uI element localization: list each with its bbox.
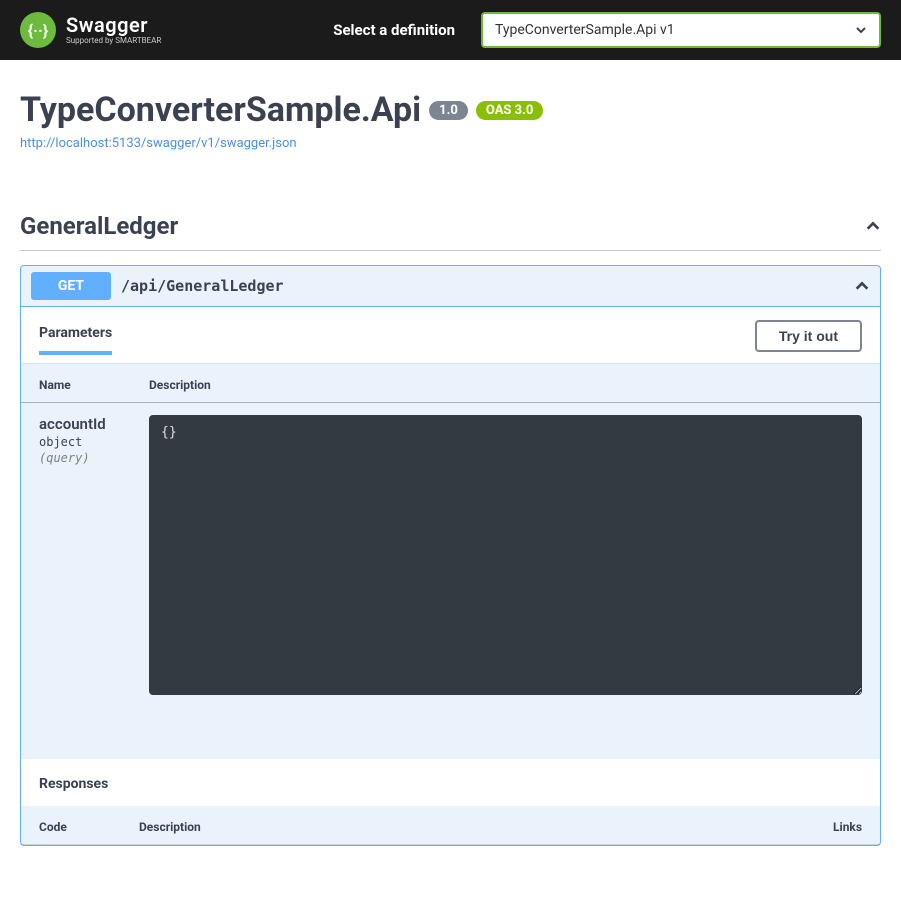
method-badge: GET [31, 272, 111, 300]
try-it-out-button[interactable]: Try it out [755, 320, 862, 352]
param-th-description: Description [131, 364, 880, 403]
spec-url-link[interactable]: http://localhost:5133/swagger/v1/swagger… [20, 136, 297, 151]
content: TypeConverterSample.Api 1.0 OAS 3.0 http… [0, 60, 901, 901]
responses-table: Code Description Links [21, 806, 880, 845]
chevron-up-icon [865, 218, 881, 234]
logo-text: Swagger [66, 15, 161, 35]
api-title: TypeConverterSample.Api [20, 90, 421, 130]
logo-subtext: Supported by SMARTBEAR [66, 37, 161, 45]
parameters-tab[interactable]: Parameters [39, 317, 112, 355]
param-in: (query) [39, 451, 113, 465]
select-definition-label: Select a definition [333, 21, 455, 39]
topbar: {··} Swagger Supported by SMARTBEAR Sele… [0, 0, 901, 60]
oas-badge: OAS 3.0 [476, 101, 544, 120]
parameters-header: Parameters Try it out [21, 307, 880, 355]
chevron-up-icon [854, 278, 870, 294]
swagger-logo-icon: {··} [20, 12, 56, 48]
version-badge: 1.0 [429, 101, 468, 120]
param-body-editor[interactable] [149, 415, 862, 695]
operation-block: GET /api/GeneralLedger Parameters Try it… [20, 265, 881, 846]
definition-select-value: TypeConverterSample.Api v1 [495, 22, 675, 38]
parameters-table: Name Description accountId object (query… [21, 364, 880, 759]
param-name: accountId [39, 415, 113, 433]
tag-header[interactable]: GeneralLedger [20, 206, 881, 251]
param-type: object [39, 435, 113, 449]
operation-summary[interactable]: GET /api/GeneralLedger [21, 266, 880, 306]
definition-select[interactable]: TypeConverterSample.Api v1 [481, 12, 881, 48]
resp-th-code: Code [21, 806, 121, 845]
resp-th-links: Links [800, 806, 880, 845]
param-th-name: Name [21, 364, 131, 403]
operation-path: /api/GeneralLedger [121, 277, 844, 295]
chevron-down-icon [853, 22, 869, 38]
responses-header: Responses [21, 759, 880, 806]
responses-title: Responses [39, 776, 108, 792]
resp-th-description: Description [121, 806, 800, 845]
tag-name: GeneralLedger [20, 212, 178, 240]
parameter-row: accountId object (query) [21, 403, 880, 760]
swagger-logo: {··} Swagger Supported by SMARTBEAR [20, 12, 161, 48]
